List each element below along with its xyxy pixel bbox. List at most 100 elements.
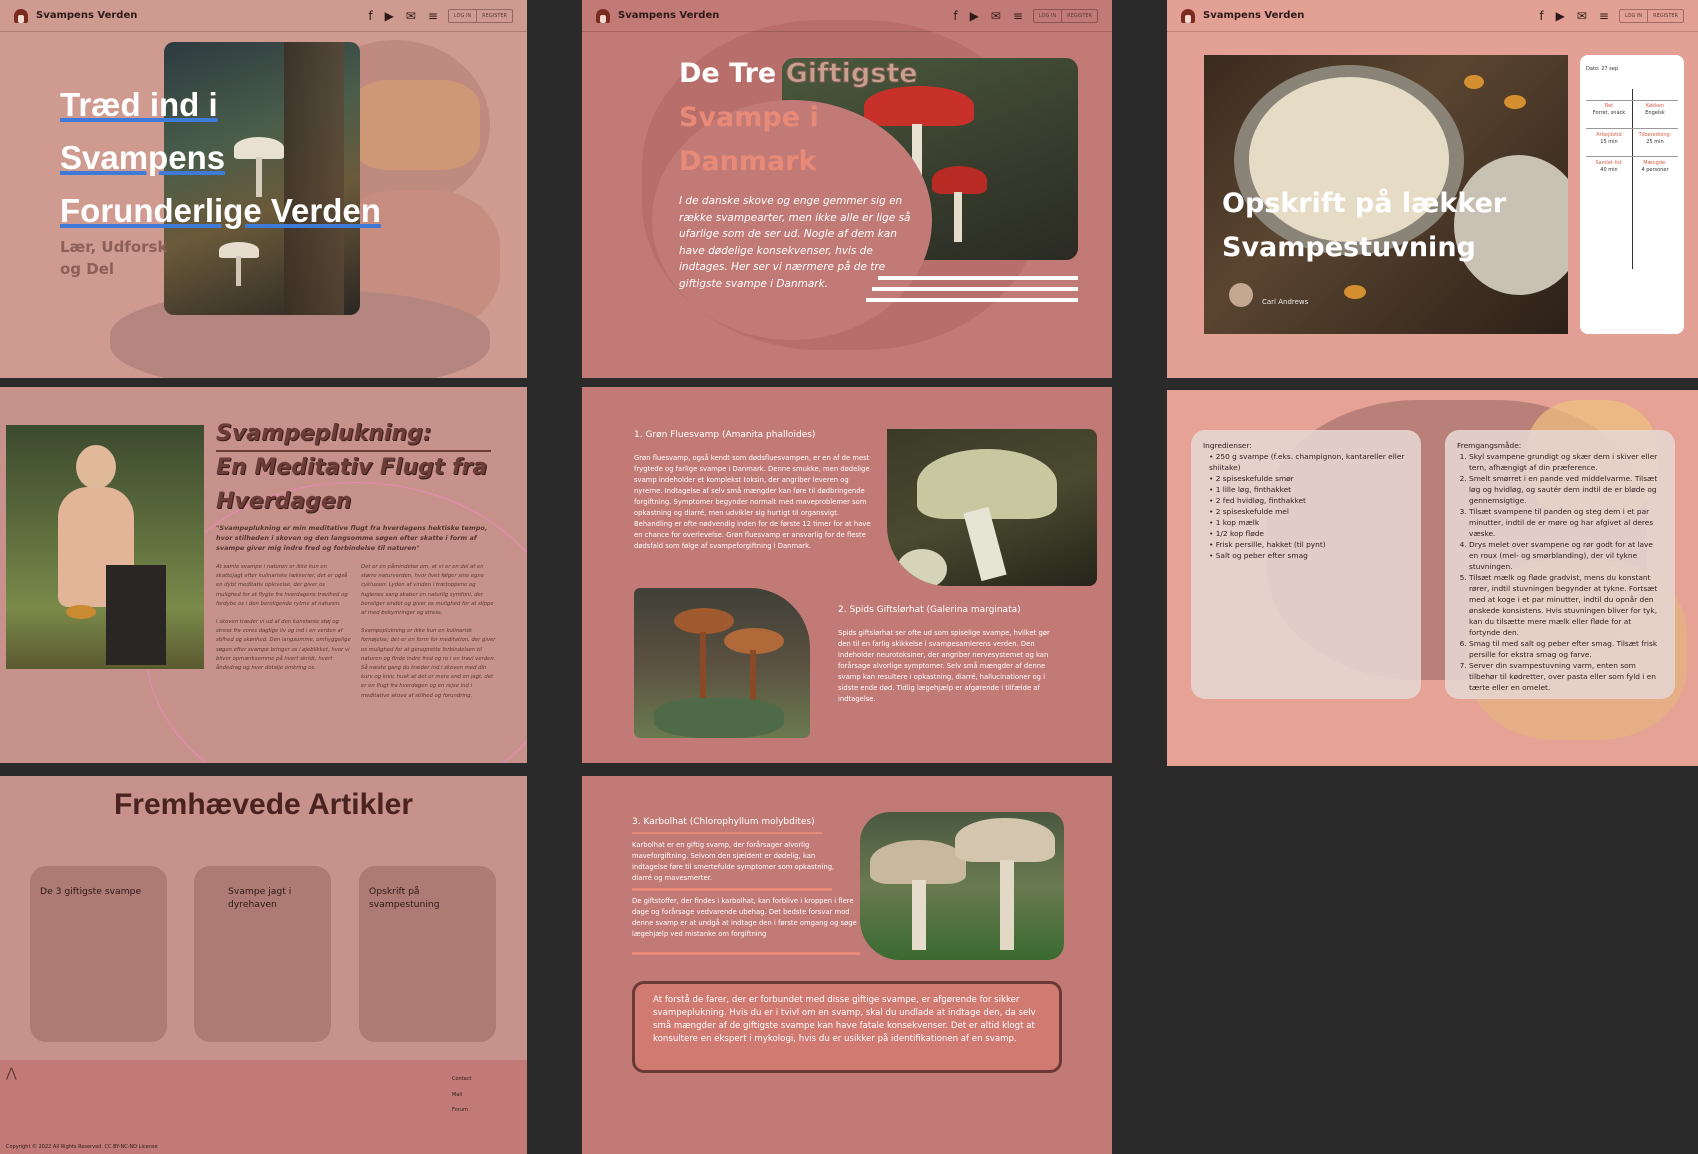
info-value: 25 min (1646, 139, 1664, 145)
footer: ⋀ Contact Mail Forum Copyright © 2022 Al… (0, 1060, 527, 1154)
divider (632, 832, 822, 834)
poison-intro-page: Svampens Verden f ▶ ✉ ≡ LOG IN REGISTER D… (582, 0, 1112, 378)
facebook-icon[interactable]: f (953, 9, 957, 23)
footer-link-contact[interactable]: Contact (452, 1076, 471, 1082)
list-item: 1 kop mælk (1209, 517, 1409, 528)
hero-title-line: Forunderlige Verden (60, 192, 381, 229)
list-item: 1/2 kop fløde (1209, 528, 1409, 539)
info-label: Ret (1604, 103, 1614, 109)
menu-icon[interactable]: ≡ (1013, 9, 1023, 23)
featured-title: Fremhævede Artikler (113, 788, 413, 821)
divider (1586, 128, 1678, 129)
info-value: 4 personer (1641, 167, 1669, 173)
play-icon[interactable]: ▶ (1556, 9, 1565, 23)
list-item: Smag til med salt og peber efter smag. T… (1469, 638, 1663, 660)
article-card-title[interactable]: Opskrift på svampestuning (369, 886, 440, 910)
hero-subtitle: Lær, Udforsk og Del (60, 238, 168, 278)
ingredients-list: 250 g svampe (f.eks. champignon, kantare… (1203, 451, 1409, 561)
footer-link-mail[interactable]: Mail (452, 1092, 462, 1098)
author-name[interactable]: Carl Andrews (1262, 298, 1308, 306)
footer-link-forum[interactable]: Forum (452, 1107, 468, 1113)
forager-photo (6, 425, 204, 669)
paragraph: At samle svampe i naturen er ikke kun en… (216, 564, 348, 607)
info-label: Arbejdstid (1596, 132, 1622, 138)
species-page: 1. Grøn Fluesvamp (Amanita phalloides) G… (582, 387, 1112, 763)
species-3-page: 3. Karbolhat (Chlorophyllum molybdites) … (582, 776, 1112, 1154)
list-item: Skyl svampene grundigt og skær dem i ski… (1469, 451, 1663, 473)
menu-icon[interactable]: ≡ (428, 9, 438, 23)
paragraph: Det er en påmindelse om, at vi er en del… (361, 564, 494, 617)
divider (1586, 100, 1678, 101)
meditation-title-line: Svampeplukning: (216, 421, 432, 446)
menu-icon[interactable]: ≡ (1599, 9, 1609, 23)
poison-title-part: De Tre (679, 58, 786, 89)
nav-bar: Svampens Verden f ▶ ✉ ≡ LOG IN REGISTER (582, 0, 1112, 32)
warning-box: At forstå de farer, der er forbundet med… (632, 981, 1062, 1073)
list-item: 2 fed hvidløg, finthakket (1209, 495, 1409, 506)
footer-logo-icon[interactable]: ⋀ (6, 1066, 17, 1081)
decorative-line (878, 276, 1078, 280)
list-item: Drys melet over svampene og rør godt for… (1469, 539, 1663, 572)
info-label: Mængde: (1643, 160, 1667, 166)
recipe-steps-page: Ingredienser: 250 g svampe (f.eks. champ… (1167, 390, 1698, 766)
species-3-text: Karbolhat er en giftig svamp, der forårs… (632, 841, 835, 882)
divider (216, 450, 491, 452)
info-value: Forret, snack (1592, 110, 1626, 116)
recipe-title: Opskrift på lækker Svampestuvning (1222, 188, 1507, 263)
copyright-text: Copyright © 2022 All Rights Reserved. CC… (6, 1144, 158, 1150)
facebook-icon[interactable]: f (368, 9, 372, 23)
hero-title-line: Træd ind i (60, 86, 218, 123)
mail-icon[interactable]: ✉ (406, 9, 416, 23)
article-card-title[interactable]: Svampe jagt i dyrehaven (228, 886, 291, 910)
brand-name[interactable]: Svampens Verden (1203, 10, 1304, 21)
method-list: Skyl svampene grundigt og skær dem i ski… (1457, 451, 1663, 693)
decorative-line (872, 287, 1078, 291)
brand-name[interactable]: Svampens Verden (36, 10, 137, 21)
info-label: Samlet tid: (1595, 160, 1623, 166)
brand-name[interactable]: Svampens Verden (618, 10, 719, 21)
list-item: 2 spiseskefulde smør (1209, 473, 1409, 484)
login-button[interactable]: LOG IN (1034, 10, 1061, 22)
info-label: Tilberedning: (1638, 132, 1672, 138)
play-icon[interactable]: ▶ (970, 9, 979, 23)
register-button[interactable]: REGISTER (1061, 9, 1097, 22)
meditation-column: Det er en påmindelse om, at vi er en del… (361, 563, 496, 710)
paragraph: I skoven træder vi ud af den konstante s… (216, 619, 351, 672)
list-item: Server din svampestuvning varm, enten so… (1469, 660, 1663, 693)
article-card-title[interactable]: De 3 giftigste svampe (40, 886, 141, 897)
article-card[interactable]: Opskrift på svampestuning (359, 866, 496, 1042)
method-label: Fremgangsmåde: (1457, 441, 1522, 450)
logo-icon[interactable] (596, 8, 610, 23)
hero-title: Træd ind i Svampens Forunderlige Verden (60, 78, 480, 237)
method-card: Fremgangsmåde: Skyl svampene grundigt og… (1445, 430, 1675, 699)
meditation-article-page: Svampeplukning: En Meditativ Flugt fra H… (0, 387, 527, 763)
recipe-info-card: Dato: 27 sep Ret Forret, snack Køkken Enge… (1580, 55, 1684, 334)
poison-title: De Tre Giftigste Svampe i Danmark (679, 52, 929, 184)
info-label: Køkken (1645, 103, 1665, 109)
species-1-title: 1. Grøn Fluesvamp (Amanita phalloides) (634, 430, 816, 440)
logo-icon[interactable] (14, 8, 28, 23)
mail-icon[interactable]: ✉ (991, 9, 1001, 23)
species-1-text: Grøn fluesvamp, også kendt som dødsflues… (634, 454, 871, 550)
list-item: Tilsæt mælk og fløde gradvist, mens du k… (1469, 572, 1663, 638)
register-button[interactable]: REGISTER (1647, 9, 1683, 22)
facebook-icon[interactable]: f (1539, 9, 1543, 23)
list-item: 250 g svampe (f.eks. champignon, kantare… (1209, 451, 1409, 473)
login-button[interactable]: LOG IN (449, 10, 476, 22)
hero-page: Svampens Verden f ▶ ✉ ≡ LOG IN REGISTER T… (0, 0, 527, 378)
article-card[interactable]: Svampe jagt i dyrehaven (194, 866, 331, 1042)
death-cap-photo (887, 429, 1097, 586)
article-card[interactable]: De 3 giftigste svampe (30, 866, 167, 1042)
paragraph: Svampeplukning er ikke kun en kulinarisk… (361, 628, 496, 699)
list-item: Frisk persille, hakket (til pynt) (1209, 539, 1409, 550)
karbolhat-photo (860, 812, 1064, 960)
species-2-text: Spids giftslørhat ser ofte ud som spisel… (838, 629, 1050, 703)
play-icon[interactable]: ▶ (385, 9, 394, 23)
login-button[interactable]: LOG IN (1620, 10, 1647, 22)
mail-icon[interactable]: ✉ (1577, 9, 1587, 23)
nav-bar: Svampens Verden f ▶ ✉ ≡ LOG IN REGISTER (0, 0, 527, 32)
poison-title-part: Svampe i Danmark (679, 102, 819, 177)
logo-icon[interactable] (1181, 8, 1195, 23)
register-button[interactable]: REGISTER (476, 9, 512, 22)
meditation-quote: "Svampeplukning er min meditative flugt … (216, 524, 488, 552)
